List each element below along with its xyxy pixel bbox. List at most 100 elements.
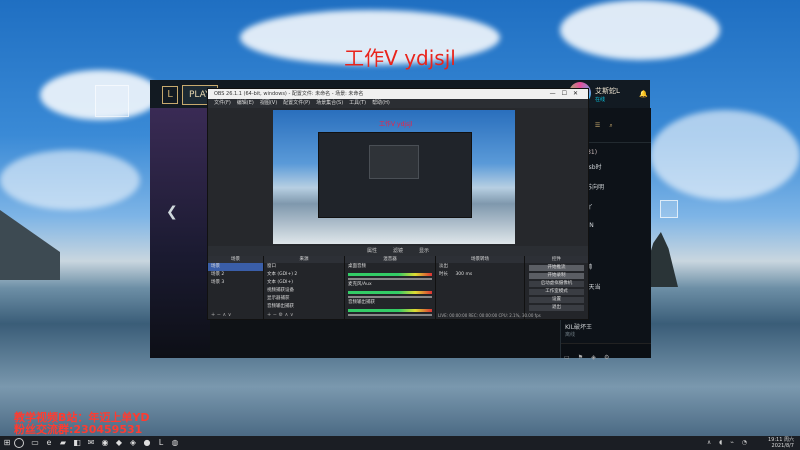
rock-left xyxy=(0,210,60,280)
mixer-channel-label: 麦克风/Aux xyxy=(348,282,372,287)
obs-window: OBS 26.1.1 (64-bit, windows) - 配置文件: 未命名… xyxy=(207,88,589,320)
chevron-left-icon[interactable]: ❮ xyxy=(166,204,178,220)
dock-scenes-title: 场景 xyxy=(208,256,263,263)
obs-taskbar-icon[interactable]: ◍ xyxy=(170,438,180,448)
dock-transitions: 场景转场 淡出 时长 300 ms xyxy=(436,256,525,319)
recursive-capture-inner xyxy=(369,145,419,179)
volume-meter xyxy=(348,273,432,276)
desktop-shortcut-icon[interactable] xyxy=(95,85,129,117)
store-icon[interactable]: ◧ xyxy=(72,438,82,448)
dock-sources: 来源 窗口 文本 (GDI+) 2 文本 (GDI+) 视频捕获设备 显示器捕获 音频输出… xyxy=(264,256,345,319)
menu-item[interactable]: 视图(V) xyxy=(260,100,277,106)
clock[interactable]: 19:11 周六 2021/8/7 xyxy=(768,437,794,449)
taskbar: ⊞ ▭ e ▰ ◧ ✉ ◉ ◆ ◈ ● L ◍ ∧ ◖ ⌁ ◔ 19:11 周六… xyxy=(0,436,800,450)
scene-item[interactable]: 场景 2 xyxy=(208,271,263,279)
friend-item[interactable]: KIL破坏王 离线 xyxy=(561,320,651,340)
bell-icon[interactable]: 🔔 xyxy=(639,90,648,98)
mixer-list: 桌面音频麦克风/Aux 音频输出捕获 xyxy=(345,263,435,316)
menu-item[interactable]: 帮助(H) xyxy=(372,100,390,106)
window-controls[interactable]: —☐✕ xyxy=(550,89,584,99)
edge-icon[interactable]: e xyxy=(44,438,54,448)
toolbar-button[interactable]: 显示 xyxy=(419,248,429,254)
transition-select[interactable]: 淡出 xyxy=(436,263,524,271)
control-button[interactable]: 工作室模式 xyxy=(529,289,584,295)
clock-date: 2021/8/7 xyxy=(771,443,794,449)
search-icon[interactable] xyxy=(14,438,24,448)
league-logo-icon[interactable]: L xyxy=(162,86,178,104)
dock-scenes: 场景 场景 场景 2 场景 3 + − ∧ ∨ xyxy=(208,256,264,319)
file-explorer-icon[interactable]: ▰ xyxy=(58,438,68,448)
desktop-shortcut-icon[interactable] xyxy=(660,200,678,218)
bottom-text-line-2: 粉丝交流群:230459531 xyxy=(14,423,143,436)
menu-item[interactable]: 文件(F) xyxy=(214,100,231,106)
source-item[interactable]: 窗口 xyxy=(264,263,344,271)
scene-item[interactable]: 场景 xyxy=(208,263,263,271)
scene-item[interactable]: 场景 3 xyxy=(208,279,263,287)
champion-art: ❮ xyxy=(150,108,210,358)
menu-item[interactable]: 编辑(E) xyxy=(237,100,254,106)
settings-icon[interactable]: ⚙ xyxy=(604,354,609,361)
control-button[interactable]: 开始录制 xyxy=(529,273,584,279)
mixer-channel-label: 音频输出捕获 xyxy=(348,300,375,305)
clash-icon[interactable]: ⚑ xyxy=(578,354,583,361)
list-icon[interactable]: ☰ xyxy=(595,122,600,129)
obs-preview-area: 工作V ydjsjl xyxy=(208,108,588,246)
duration-label: 时长 xyxy=(439,272,448,277)
volume-fader[interactable] xyxy=(348,314,432,316)
source-item[interactable]: 视频捕获设备 xyxy=(264,287,344,295)
obs-preview[interactable]: 工作V ydjsjl xyxy=(273,110,515,244)
obs-titlebar: OBS 26.1.1 (64-bit, windows) - 配置文件: 未命名… xyxy=(208,89,588,99)
source-item[interactable]: 文本 (GDI+) xyxy=(264,279,344,287)
menu-item[interactable]: 场景集合(S) xyxy=(316,100,343,106)
volume-fader[interactable] xyxy=(348,296,432,298)
start-windows-icon[interactable]: ⊞ xyxy=(2,438,12,448)
scenes-footer[interactable]: + − ∧ ∨ xyxy=(208,312,263,319)
wechat-icon[interactable]: ● xyxy=(142,438,152,448)
control-button[interactable]: 开始推流 xyxy=(529,265,584,271)
chat-icon[interactable]: ▭ xyxy=(564,354,570,361)
obs-title-text: OBS 26.1.1 (64-bit, windows) - 配置文件: 未命名… xyxy=(214,91,364,97)
obs-docks: 场景 场景 场景 2 场景 3 + − ∧ ∨ 来源 窗口 文本 (GDI+) 2 文本… xyxy=(208,256,588,319)
chrome-icon[interactable]: ◉ xyxy=(100,438,110,448)
obs-status-bar: LIVE: 00:00:00 REC: 00:00:00 CPU: 2.1%, … xyxy=(438,313,541,318)
transition-duration-row: 时长 300 ms xyxy=(436,271,524,279)
league-taskbar-icon[interactable]: L xyxy=(156,438,166,448)
obs-source-toolbar: 属性 滤镜 显示 xyxy=(208,246,588,256)
friend-name: KIL破坏王 xyxy=(565,324,593,331)
menu-item[interactable]: 配置文件(P) xyxy=(283,100,310,106)
app-icon[interactable]: ◈ xyxy=(128,438,138,448)
app-icon[interactable]: ◆ xyxy=(114,438,124,448)
recursive-capture: 工作V ydjsjl xyxy=(318,121,472,218)
duration-input[interactable]: 300 ms xyxy=(455,272,472,277)
friend-status: 离线 xyxy=(565,332,576,338)
dock-transitions-title: 场景转场 xyxy=(436,256,524,263)
source-item[interactable]: 显示器捕获 xyxy=(264,295,344,303)
sources-list: 窗口 文本 (GDI+) 2 文本 (GDI+) 视频捕获设备 显示器捕获 音频输出捕获 xyxy=(264,263,344,311)
sources-footer[interactable]: + − ⚙ ∧ ∨ xyxy=(264,312,344,319)
source-item[interactable]: 文本 (GDI+) 2 xyxy=(264,271,344,279)
control-button[interactable]: 启动虚拟摄像机 xyxy=(529,281,584,287)
search-icon[interactable]: ⌕ xyxy=(609,122,612,129)
dock-mixer: 混音器 桌面音频麦克风/Aux 音频输出捕获 xyxy=(345,256,436,319)
menu-item[interactable]: 工具(T) xyxy=(349,100,366,106)
watermark-text: 工作V ydjsjl xyxy=(344,46,456,70)
dock-controls: 控件 开始推流 开始录制 启动虚拟摄像机 工作室模式 设置 退出 xyxy=(525,256,588,319)
friends-bottom-bar: ▭ ⚑ ◈ ⚙ xyxy=(561,343,651,361)
source-item[interactable]: 音频输出捕获 xyxy=(264,303,344,311)
mail-icon[interactable]: ✉ xyxy=(86,438,96,448)
mission-icon[interactable]: ◈ xyxy=(591,354,596,361)
dock-sources-title: 来源 xyxy=(264,256,344,263)
toolbar-button[interactable]: 滤镜 xyxy=(393,248,403,254)
mixer-channel-label: 桌面音频 xyxy=(348,264,366,269)
scenes-list: 场景 场景 2 场景 3 xyxy=(208,263,263,287)
task-view-icon[interactable]: ▭ xyxy=(30,438,40,448)
profile-name: 艾斯蛇L xyxy=(595,87,620,95)
toolbar-button[interactable]: 属性 xyxy=(367,248,377,254)
dock-mixer-title: 混音器 xyxy=(345,256,435,263)
preview-watermark: 工作V ydjsjl xyxy=(379,121,413,128)
volume-meter xyxy=(348,309,432,312)
control-button[interactable]: 设置 xyxy=(529,297,584,303)
volume-fader[interactable] xyxy=(348,278,432,280)
system-tray-icons[interactable]: ∧ ◖ ⌁ ◔ xyxy=(707,439,750,446)
control-button[interactable]: 退出 xyxy=(529,305,584,311)
